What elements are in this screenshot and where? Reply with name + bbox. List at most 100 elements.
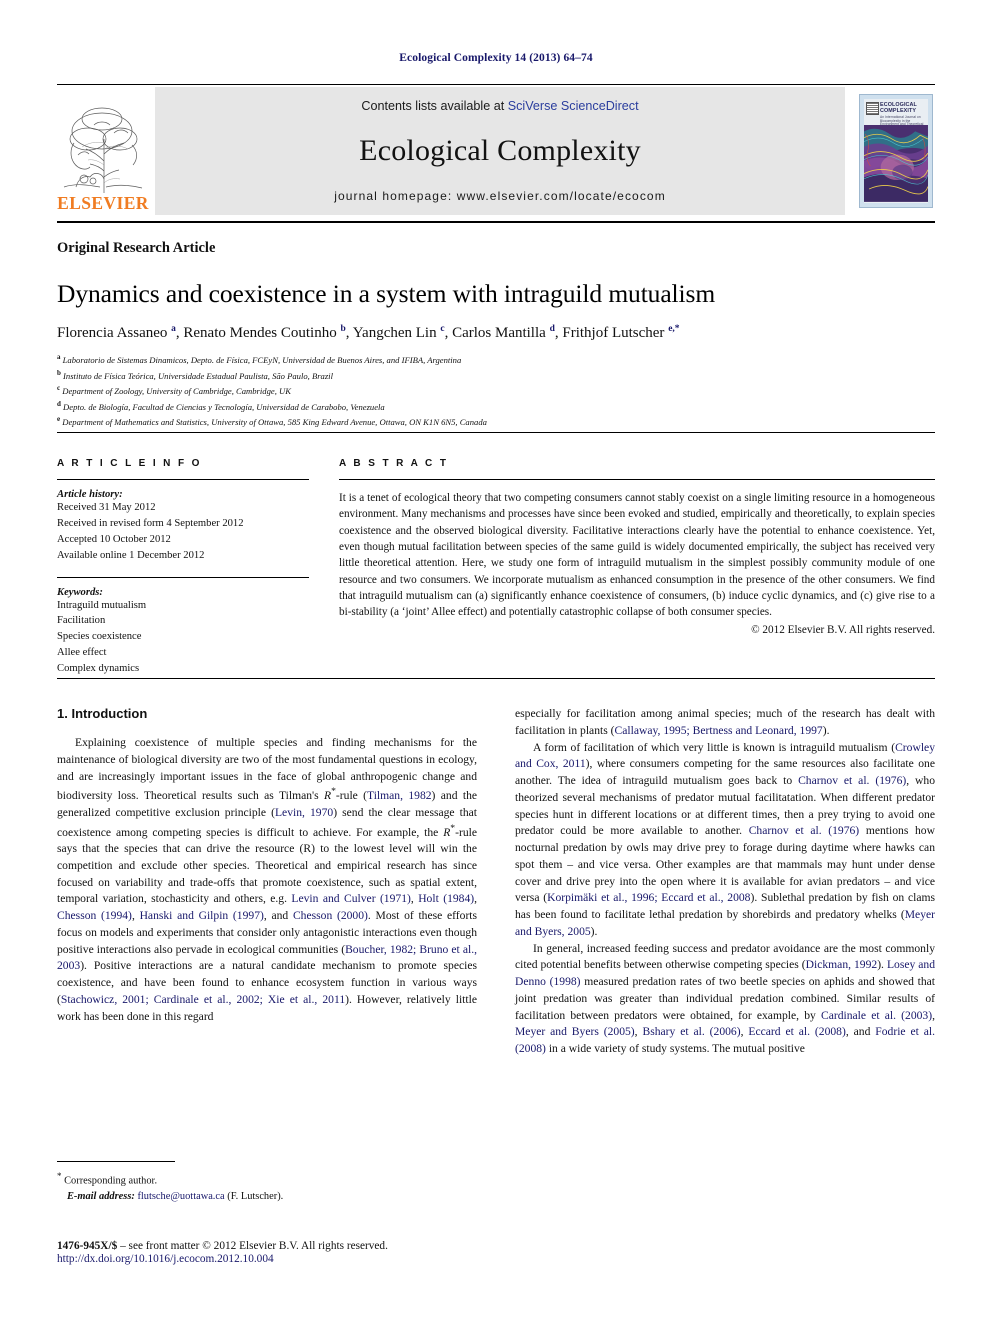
contents-available-line: Contents lists available at SciVerse Sci… <box>361 99 638 113</box>
article-history-item: Received in revised form 4 September 201… <box>57 517 244 529</box>
keyword-item: Species coexistence <box>57 631 142 643</box>
citation-link[interactable]: Crowley and Cox, 2011 <box>515 741 935 771</box>
citation-link[interactable]: Stachowicz, 2001; Cardinale et al., 2002… <box>61 993 345 1006</box>
doi-link[interactable]: http://dx.doi.org/10.1016/j.ecocom.2012.… <box>57 1253 657 1265</box>
contents-prefix: Contents lists available at <box>361 99 508 113</box>
citation-link[interactable]: Hanski and Gilpin (1997) <box>140 909 264 922</box>
keywords-divider <box>57 576 309 578</box>
body-columns: 1. Introduction Explaining coexistence o… <box>57 706 935 1058</box>
citation-link[interactable]: Levin, 1970 <box>275 806 333 819</box>
affiliation-list: a Laboratorio de Sistemas Dinamicos, Dep… <box>57 352 935 429</box>
affiliation-mark: c <box>57 384 61 393</box>
journal-homepage[interactable]: journal homepage: www.elsevier.com/locat… <box>334 189 666 203</box>
article-info-heading: A R T I C L E I N F O <box>57 458 202 469</box>
cover-inner: ECOLOGICAL COMPLEXITY An International J… <box>864 99 928 203</box>
email-link[interactable]: flutsche@uottawa.ca <box>137 1191 224 1202</box>
affiliation-item: a Laboratorio de Sistemas Dinamicos, Dep… <box>57 353 462 366</box>
citation-link[interactable]: Cardinale et al. (2003) <box>821 1009 932 1022</box>
cover-title-line2: COMPLEXITY <box>880 108 917 115</box>
elsevier-tree-icon <box>63 107 143 193</box>
citation-link[interactable]: Charnov et al. (1976) <box>798 774 906 787</box>
cover-title-line1: ECOLOGICAL <box>880 102 917 108</box>
title-block: Original Research Article Dynamics and c… <box>57 240 935 430</box>
citation-link[interactable]: Korpimäki et al., 1996; Eccard et al., 2… <box>547 891 750 904</box>
cover-frame: ECOLOGICAL COMPLEXITY An International J… <box>859 94 933 208</box>
keywords-list: Intraguild mutualism Facilitation Species … <box>57 598 309 677</box>
body-column-right: especially for facilitation among animal… <box>515 706 935 1058</box>
email-line: E-mail address: flutsche@uottawa.ca (F. … <box>57 1189 477 1204</box>
abstract-divider <box>339 479 935 480</box>
email-label: E-mail address: <box>67 1190 135 1202</box>
citation-link[interactable]: Callaway, 1995; Bertness and Leonard, 19… <box>615 724 823 737</box>
article-history-item: Available online 1 December 2012 <box>57 549 205 561</box>
journal-masthead: ELSEVIER Contents lists available at Sci… <box>57 87 935 215</box>
body-paragraph: A form of facilitation of which very lit… <box>515 740 936 938</box>
citation-link[interactable]: Eccard et al. (2008) <box>748 1025 845 1038</box>
running-head: Ecological Complexity 14 (2013) 64–74 <box>399 52 593 64</box>
affiliation-mark: d <box>57 399 61 408</box>
article-info-column: A R T I C L E I N F O Article history: R… <box>57 458 309 677</box>
article-history-label: Article history: <box>57 489 123 500</box>
cover-publisher-icon <box>866 102 879 115</box>
journal-band: Contents lists available at SciVerse Sci… <box>155 87 845 215</box>
page-title: Dynamics and coexistence in a system wit… <box>57 279 716 308</box>
body-paragraph: In general, increased feeding success an… <box>515 941 936 1056</box>
citation-link[interactable]: Dickman, 1992 <box>806 958 878 971</box>
article-info-divider <box>57 479 309 480</box>
abstract-column: A B S T R A C T It is a tenet of ecologi… <box>339 458 935 677</box>
right-paragraphs: especially for facilitation among animal… <box>515 706 935 1058</box>
section-title-introduction: 1. Introduction <box>57 706 148 721</box>
keyword-item: Intraguild mutualism <box>57 599 147 611</box>
affiliation-item: e Department of Mathematics and Statisti… <box>57 415 487 427</box>
front-matter-text: – see front matter © 2012 Elsevier B.V. … <box>120 1240 388 1252</box>
keyword-item: Allee effect <box>57 647 107 659</box>
article-type: Original Research Article <box>57 240 216 256</box>
email-suffix: (F. Lutscher). <box>227 1190 284 1202</box>
corresponding-author-text: Corresponding author. <box>64 1175 158 1187</box>
citation-link[interactable]: Boucher, 1982; Bruno et al., 2003 <box>57 943 477 973</box>
abstract-text: It is a tenet of ecological theory that … <box>339 492 935 619</box>
keyword-item: Complex dynamics <box>57 663 140 675</box>
asterisk-icon: * <box>57 1171 62 1181</box>
body-paragraph: Explaining coexistence of multiple speci… <box>57 736 478 1023</box>
citation-link[interactable]: Meyer and Byers, 2005 <box>515 908 935 938</box>
info-abstract-block: A R T I C L E I N F O Article history: R… <box>57 458 935 677</box>
issn-code: 1476-945X/$ <box>57 1240 121 1252</box>
article-history-list: Received 31 May 2012 Received in revised … <box>57 500 309 564</box>
affiliation-item: c Department of Zoology, University of C… <box>57 384 291 397</box>
affiliation-mark: e <box>57 415 61 424</box>
page-footer: 1476-945X/$ – see front matter © 2012 El… <box>57 1240 657 1265</box>
corresponding-author-line: * Corresponding author. <box>57 1170 477 1189</box>
citation-link[interactable]: Chesson (2000) <box>293 909 368 922</box>
citation-link[interactable]: Bshary et al. (2006) <box>642 1025 740 1038</box>
journal-cover-thumbnail[interactable]: ECOLOGICAL COMPLEXITY An International J… <box>857 87 935 215</box>
corresponding-author-footnote: * Corresponding author. E-mail address: … <box>57 1161 477 1204</box>
journal-title: Ecological Complexity <box>359 134 641 167</box>
citation-link[interactable]: Tilman, 1982 <box>367 789 432 802</box>
article-history-item: Received 31 May 2012 <box>57 502 156 513</box>
author-list: Florencia Assaneo a, Renato Mendes Couti… <box>57 324 680 342</box>
keyword-item: Facilitation <box>57 615 106 627</box>
citation-link[interactable]: Meyer and Byers (2005) <box>515 1025 635 1038</box>
elsevier-logo: ELSEVIER <box>57 87 149 215</box>
sciencedirect-link[interactable]: SciVerse ScienceDirect <box>508 99 639 113</box>
header-rule <box>57 84 935 85</box>
masthead-rule <box>57 221 935 223</box>
body-paragraph: especially for facilitation among animal… <box>515 707 935 737</box>
title-rule <box>57 432 935 433</box>
body-column-left: 1. Introduction Explaining coexistence o… <box>57 706 477 1058</box>
affiliation-item: d Depto. de Biología, Facultad de Cienci… <box>57 399 385 412</box>
citation-link[interactable]: Holt (1984) <box>418 892 474 905</box>
citation-link[interactable]: Levin and Culver (1971) <box>291 892 410 905</box>
paper-page: Ecological Complexity 14 (2013) 64–74 EL… <box>0 0 992 1323</box>
keywords-label: Keywords: <box>57 586 103 598</box>
citation-link[interactable]: Chesson (1994) <box>57 909 132 922</box>
cover-artwork <box>864 125 928 202</box>
abstract-heading: A B S T R A C T <box>339 458 449 469</box>
affiliation-mark: b <box>57 368 61 377</box>
left-paragraphs: Explaining coexistence of multiple speci… <box>57 735 477 1025</box>
issn-front-matter-line: 1476-945X/$ – see front matter © 2012 El… <box>57 1240 657 1252</box>
citation-link[interactable]: Charnov et al. (1976) <box>749 824 859 837</box>
abstract-copyright: © 2012 Elsevier B.V. All rights reserved… <box>751 623 935 636</box>
